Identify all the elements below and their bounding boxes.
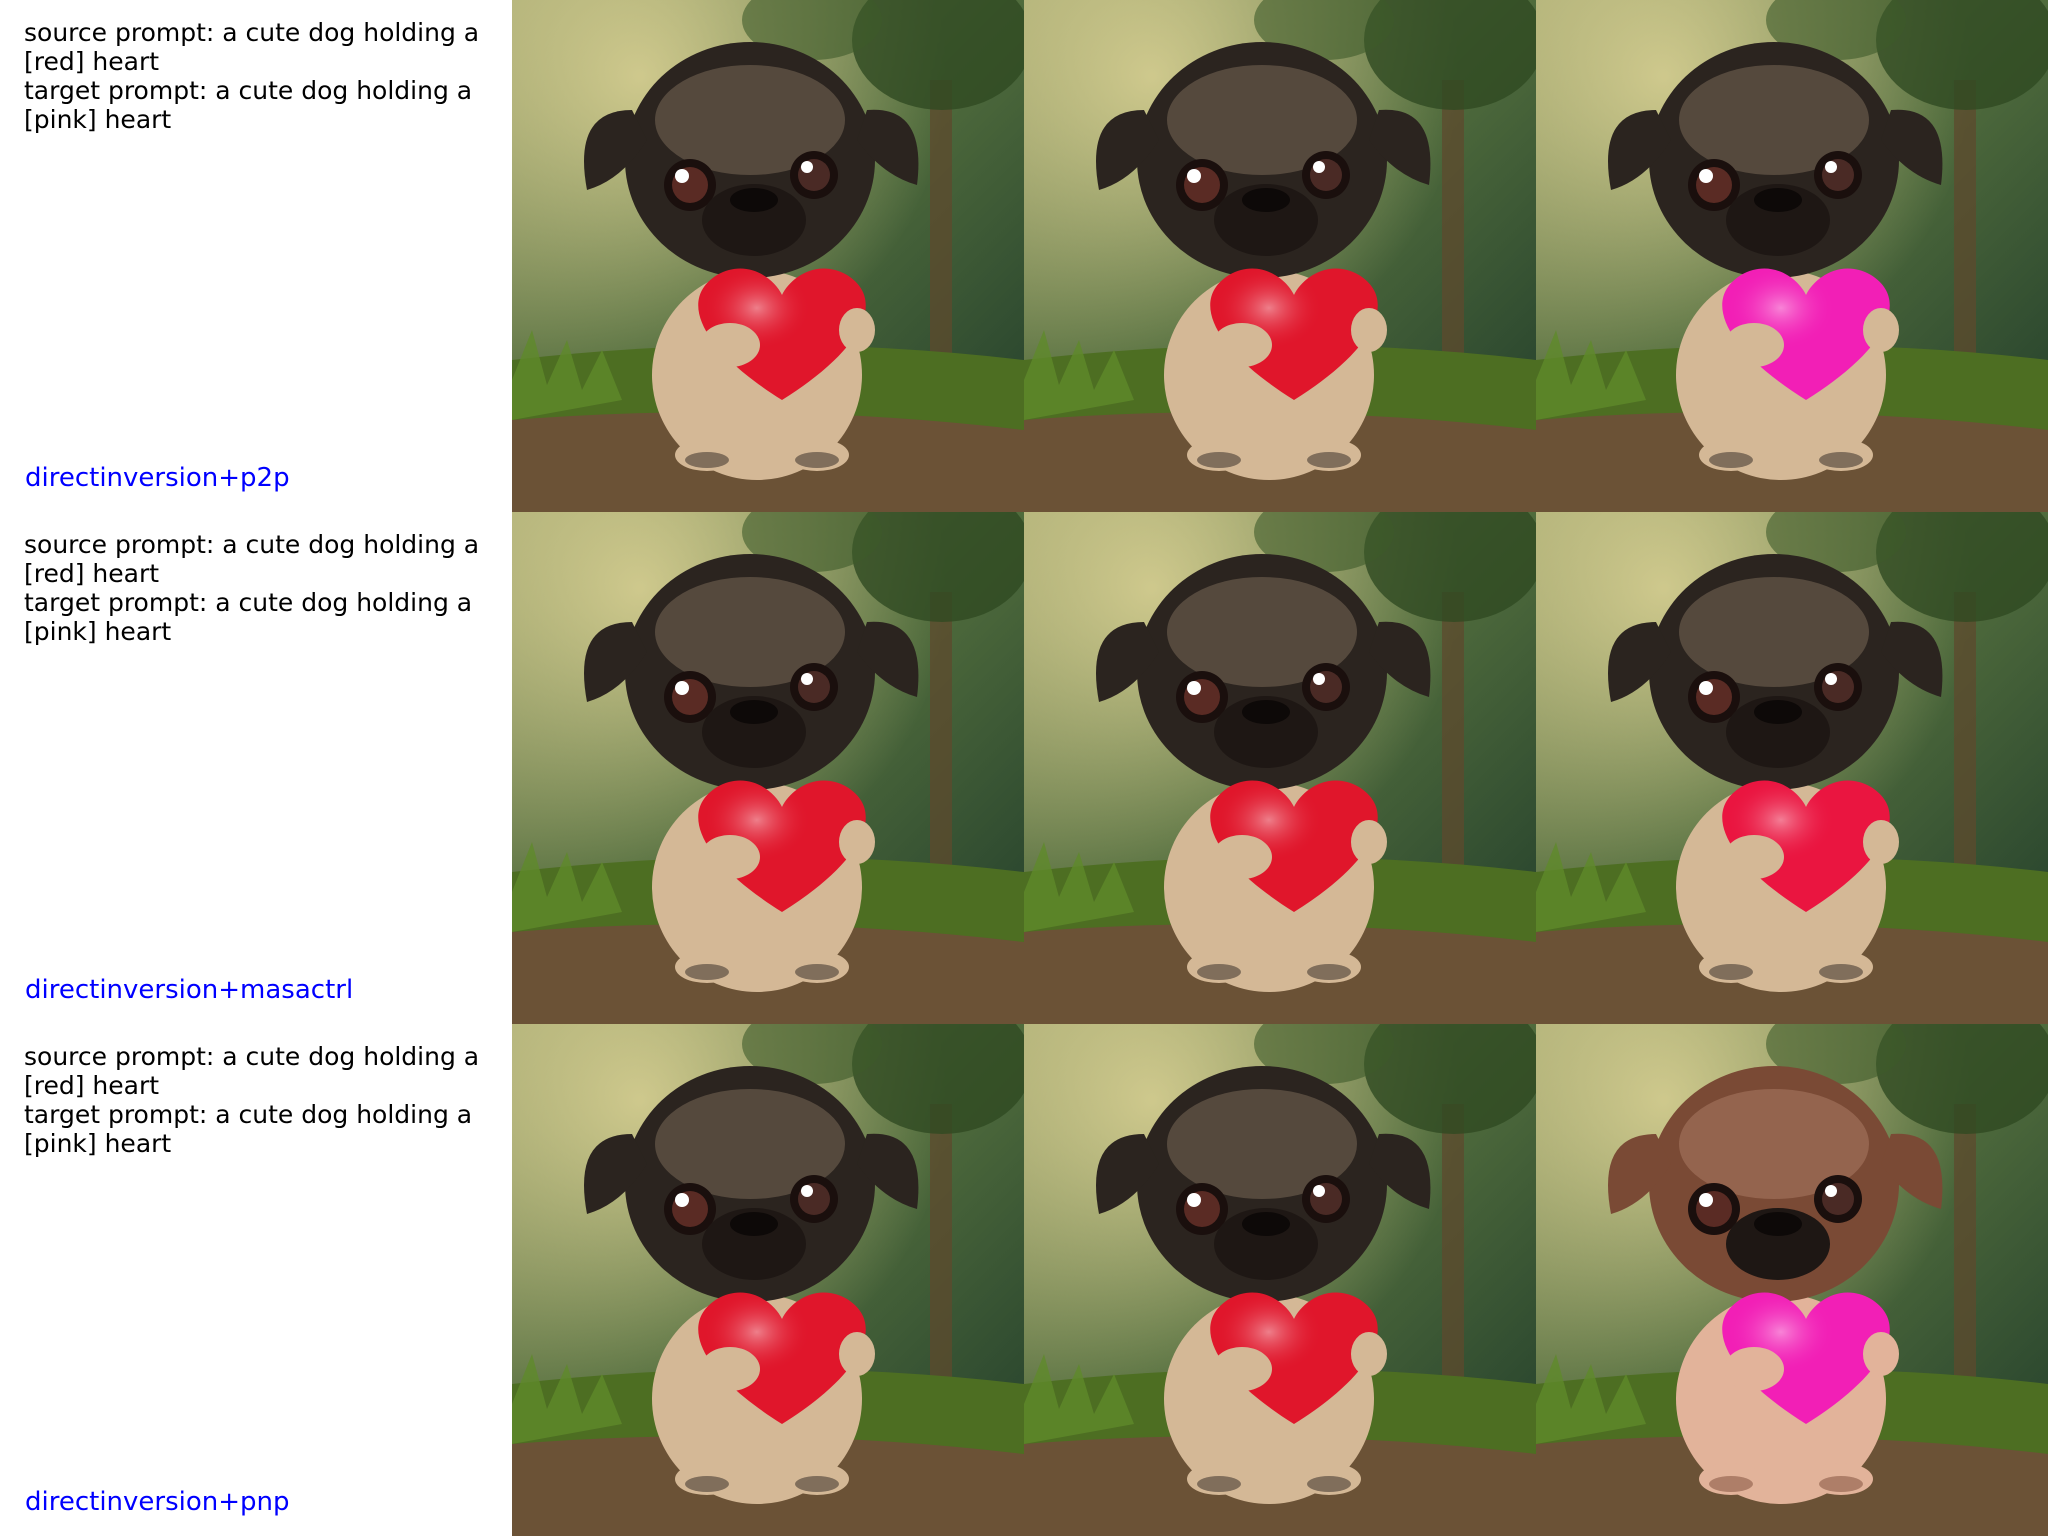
pug-illustration — [1536, 0, 2048, 512]
edited-image — [1536, 1024, 2048, 1536]
pug-illustration — [1024, 512, 1536, 1024]
source-image — [512, 1024, 1024, 1536]
prompt-block: source prompt: a cute dog holding a [red… — [24, 1042, 494, 1158]
target-prompt: target prompt: a cute dog holding a [pin… — [24, 588, 473, 646]
target-prompt: target prompt: a cute dog holding a [pin… — [24, 1100, 473, 1158]
pug-illustration — [1536, 512, 2048, 1024]
edited-image — [1536, 512, 2048, 1024]
prompt-panel: source prompt: a cute dog holding a [red… — [0, 1024, 512, 1536]
prompt-panel: source prompt: a cute dog holding a [red… — [0, 0, 512, 512]
pug-illustration — [1536, 1024, 2048, 1536]
pug-illustration — [1024, 0, 1536, 512]
pug-illustration — [512, 0, 1024, 512]
source-prompt: source prompt: a cute dog holding a [red… — [24, 1042, 480, 1100]
pug-illustration — [512, 512, 1024, 1024]
result-row-masactrl: source prompt: a cute dog holding a [red… — [0, 512, 2048, 1024]
reconstruction-image — [1024, 1024, 1536, 1536]
source-prompt: source prompt: a cute dog holding a [red… — [24, 18, 480, 76]
result-row-pnp: source prompt: a cute dog holding a [red… — [0, 1024, 2048, 1536]
comparison-grid: source prompt: a cute dog holding a [red… — [0, 0, 2048, 1536]
prompt-panel: source prompt: a cute dog holding a [red… — [0, 512, 512, 1024]
pug-illustration — [512, 1024, 1024, 1536]
prompt-block: source prompt: a cute dog holding a [red… — [24, 18, 494, 134]
edited-image — [1536, 0, 2048, 512]
method-label: directinversion+p2p — [25, 463, 290, 493]
result-row-p2p: source prompt: a cute dog holding a [red… — [0, 0, 2048, 512]
pug-illustration — [1024, 1024, 1536, 1536]
source-image — [512, 0, 1024, 512]
reconstruction-image — [1024, 512, 1536, 1024]
prompt-block: source prompt: a cute dog holding a [red… — [24, 530, 494, 646]
target-prompt: target prompt: a cute dog holding a [pin… — [24, 76, 473, 134]
reconstruction-image — [1024, 0, 1536, 512]
method-label: directinversion+pnp — [25, 1487, 290, 1517]
method-label: directinversion+masactrl — [25, 975, 354, 1005]
source-image — [512, 512, 1024, 1024]
source-prompt: source prompt: a cute dog holding a [red… — [24, 530, 480, 588]
